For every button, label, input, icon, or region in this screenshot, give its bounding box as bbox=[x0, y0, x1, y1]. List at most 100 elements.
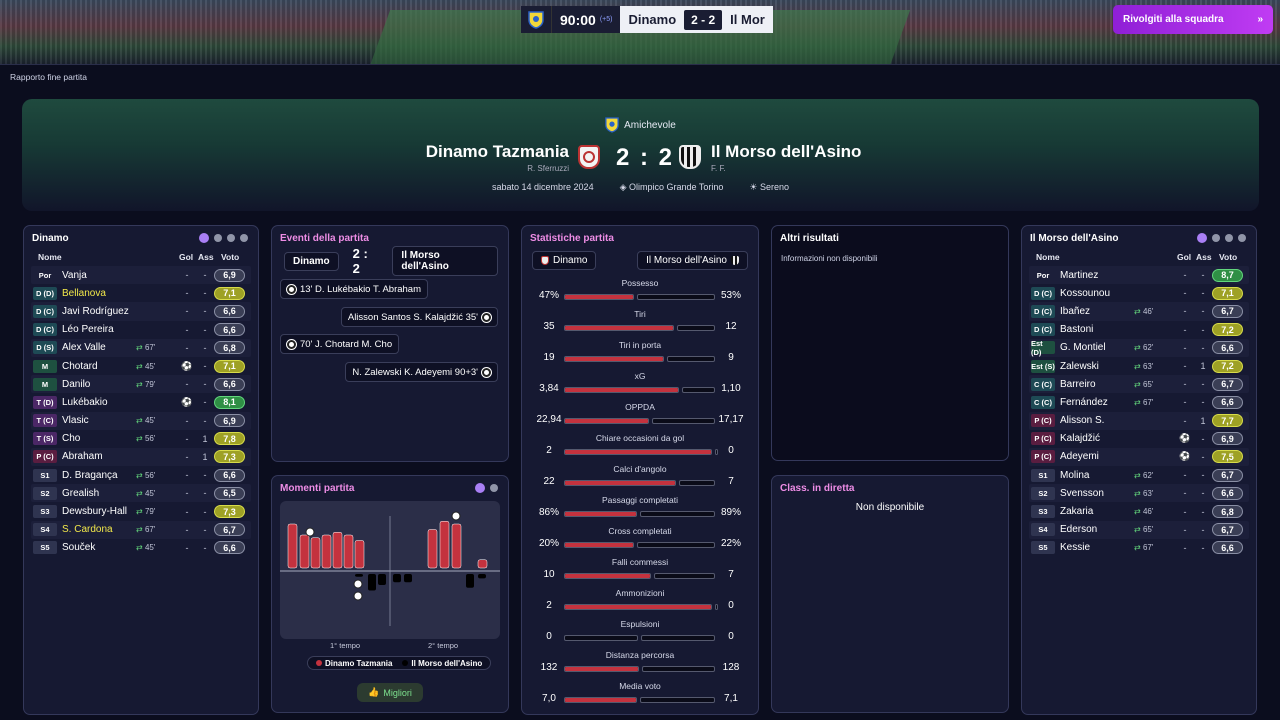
player-name[interactable]: Javi Rodríguez bbox=[62, 306, 129, 317]
player-row[interactable]: M Chotard ⇄ 45' ⚽ -7,1 bbox=[31, 357, 251, 375]
player-name[interactable]: Martinez bbox=[1060, 270, 1098, 281]
player-name[interactable]: Alisson S. bbox=[1060, 415, 1104, 426]
player-row[interactable]: D (C) Léo Pereira - -6,6 bbox=[31, 321, 251, 339]
player-row[interactable]: D (D) Bellanova - -7,1 bbox=[31, 284, 251, 302]
event-item[interactable]: 13' D. Lukébakio T. Abraham bbox=[280, 279, 428, 299]
away-team-name[interactable]: Il Morso dell'Asino bbox=[711, 142, 861, 162]
page-dot[interactable] bbox=[227, 234, 235, 242]
player-name[interactable]: Abraham bbox=[62, 451, 103, 462]
player-row[interactable]: Por Martinez - -8,7 bbox=[1029, 266, 1249, 285]
player-name[interactable]: Dewsbury-Hall bbox=[62, 506, 127, 517]
player-row[interactable]: D (C) Bastoni - -7,2 bbox=[1029, 321, 1249, 339]
page-dots[interactable] bbox=[1197, 233, 1246, 243]
page-dot[interactable] bbox=[199, 233, 209, 243]
player-row[interactable]: D (C) Javi Rodríguez - -6,6 bbox=[31, 302, 251, 321]
page-dot[interactable] bbox=[1238, 234, 1246, 242]
page-dots[interactable] bbox=[199, 233, 248, 243]
player-name[interactable]: Molina bbox=[1060, 470, 1089, 481]
player-name[interactable]: Cho bbox=[62, 433, 80, 444]
player-row[interactable]: S1 Molina ⇄ 62' - -6,7 bbox=[1029, 466, 1249, 484]
home-team-name[interactable]: Dinamo Tazmania bbox=[426, 142, 569, 162]
position-badge: S4 bbox=[33, 523, 57, 537]
player-name[interactable]: Lukébakio bbox=[62, 397, 108, 408]
player-row[interactable]: D (S) Alex Valle ⇄ 67' - -6,8 bbox=[31, 338, 251, 357]
player-name[interactable]: Danilo bbox=[62, 379, 90, 390]
player-name[interactable]: Kalajdžić bbox=[1060, 433, 1100, 444]
goals: - bbox=[1183, 506, 1187, 517]
player-name[interactable]: Zakaria bbox=[1060, 506, 1093, 517]
player-name[interactable]: Barreiro bbox=[1060, 379, 1096, 390]
player-name[interactable]: Zalewski bbox=[1060, 361, 1099, 372]
player-name[interactable]: Fernández bbox=[1060, 397, 1108, 408]
player-name[interactable]: D. Bragança bbox=[62, 470, 118, 481]
player-row[interactable]: S1 D. Bragança ⇄ 56' - -6,6 bbox=[31, 466, 251, 484]
player-name[interactable]: Bellanova bbox=[62, 288, 106, 299]
player-name[interactable]: Alex Valle bbox=[62, 342, 106, 353]
player-name[interactable]: Léo Pereira bbox=[62, 324, 114, 335]
moments-dots[interactable] bbox=[475, 483, 498, 493]
page-dot[interactable] bbox=[1197, 233, 1207, 243]
player-row[interactable]: P (C) Kalajdžić ⚽ -6,9 bbox=[1029, 430, 1249, 448]
player-name[interactable]: Vanja bbox=[62, 270, 87, 281]
player-row[interactable]: D (C) Kossounou - -7,1 bbox=[1029, 284, 1249, 302]
player-row[interactable]: D (C) Ibañez ⇄ 46' - -6,7 bbox=[1029, 302, 1249, 321]
stat-row: Calci d'angolo 22 7 bbox=[530, 464, 750, 495]
stat-bar-away bbox=[715, 604, 718, 610]
player-name[interactable]: Bastoni bbox=[1060, 324, 1093, 335]
away-roster-panel: Il Morso dell'Asino Nome Gol Ass Voto Por Ma… bbox=[1021, 225, 1257, 715]
player-row[interactable]: S4 S. Cardona ⇄ 67' - -6,7 bbox=[31, 520, 251, 539]
rating-badge: 6,9 bbox=[214, 414, 245, 428]
stat-home-value: 2 bbox=[546, 600, 552, 611]
player-name[interactable]: Chotard bbox=[62, 361, 98, 372]
player-row[interactable]: Est (D) G. Montiel ⇄ 62' - -6,6 bbox=[1029, 338, 1249, 357]
player-row[interactable]: T (C) Vlasic ⇄ 45' - -6,9 bbox=[31, 411, 251, 430]
event-item[interactable]: Alisson Santos S. Kalajdžić 35' bbox=[340, 307, 498, 327]
page-dot[interactable] bbox=[240, 234, 248, 242]
stat-home-value: 47% bbox=[538, 290, 559, 301]
substitution-icon: ⇄ bbox=[136, 525, 145, 535]
page-dot[interactable] bbox=[490, 484, 498, 492]
player-name[interactable]: S. Cardona bbox=[62, 524, 113, 535]
player-row[interactable]: T (S) Cho ⇄ 56' - 1 7,8 bbox=[31, 430, 251, 448]
event-item[interactable]: N. Zalewski K. Adeyemi 90+3' bbox=[345, 362, 498, 382]
player-name[interactable]: Svensson bbox=[1060, 488, 1104, 499]
player-name[interactable]: Souček bbox=[62, 542, 95, 553]
page-dot[interactable] bbox=[214, 234, 222, 242]
page-dot[interactable] bbox=[1225, 234, 1233, 242]
player-row[interactable]: C (C) Fernández ⇄ 67' - -6,6 bbox=[1029, 393, 1249, 411]
player-row[interactable]: S4 Ederson ⇄ 65' - -6,7 bbox=[1029, 520, 1249, 539]
player-row[interactable]: Por Vanja - -6,9 bbox=[31, 266, 251, 285]
player-row[interactable]: S3 Zakaria ⇄ 46' - -6,8 bbox=[1029, 502, 1249, 520]
substitution: ⇄ 46' bbox=[1134, 307, 1153, 316]
player-row[interactable]: Est (S) Zalewski ⇄ 63' - 1 7,2 bbox=[1029, 357, 1249, 375]
away-momentum-bar bbox=[393, 574, 401, 583]
player-row[interactable]: T (D) Lukébakio ⚽ -8,1 bbox=[31, 393, 251, 411]
team-talk-button[interactable]: Rivolgiti alla squadra » bbox=[1113, 5, 1273, 34]
player-name[interactable]: Vlasic bbox=[62, 415, 89, 426]
player-row[interactable]: M Danilo ⇄ 79' - -6,6 bbox=[31, 375, 251, 394]
player-name[interactable]: Kossounou bbox=[1060, 288, 1110, 299]
player-row[interactable]: P (C) Abraham - 1 7,3 bbox=[31, 447, 251, 467]
event-item[interactable]: 70' J. Chotard M. Cho bbox=[280, 334, 400, 354]
assists: - bbox=[1201, 470, 1205, 481]
player-row[interactable]: S3 Dewsbury-Hall ⇄ 79' - -7,3 bbox=[31, 502, 251, 520]
player-row[interactable]: S5 Souček ⇄ 45' - -6,6 bbox=[31, 539, 251, 557]
stat-away-value: 53% bbox=[720, 290, 741, 301]
page-dot[interactable] bbox=[1212, 234, 1220, 242]
rating-badge: 7,7 bbox=[1212, 414, 1243, 428]
player-name[interactable]: Adeyemi bbox=[1060, 451, 1099, 462]
page-dot[interactable] bbox=[475, 483, 485, 493]
player-name[interactable]: Kessie bbox=[1060, 542, 1090, 553]
player-row[interactable]: S5 Kessie ⇄ 67' - -6,6 bbox=[1029, 539, 1249, 557]
player-row[interactable]: C (C) Barreiro ⇄ 65' - -6,7 bbox=[1029, 375, 1249, 394]
player-row[interactable]: P (C) Alisson S. - 1 7,7 bbox=[1029, 411, 1249, 430]
substitution: ⇄ 65' bbox=[1134, 525, 1153, 534]
player-name[interactable]: Grealish bbox=[62, 488, 99, 499]
best-button[interactable]: 👍 Migliori bbox=[357, 683, 423, 702]
player-row[interactable]: S2 Svensson ⇄ 63' - -6,6 bbox=[1029, 484, 1249, 503]
player-name[interactable]: Ibañez bbox=[1060, 306, 1090, 317]
player-row[interactable]: P (C) Adeyemi ⚽ -7,5 bbox=[1029, 447, 1249, 467]
player-name[interactable]: G. Montiel bbox=[1060, 342, 1106, 353]
player-name[interactable]: Ederson bbox=[1060, 524, 1097, 535]
player-row[interactable]: S2 Grealish ⇄ 45' - -6,5 bbox=[31, 484, 251, 503]
